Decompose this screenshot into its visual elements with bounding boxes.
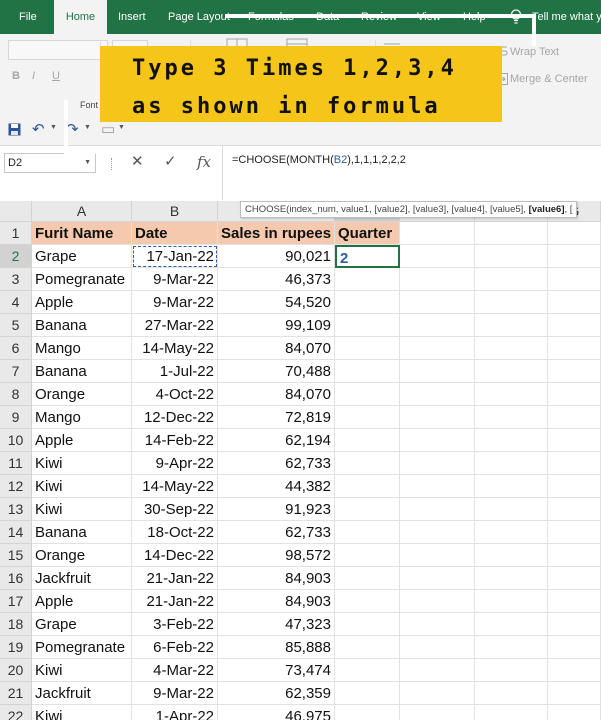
- chevron-down-icon[interactable]: ▼: [50, 124, 57, 131]
- worksheet-grid: ABCDEFG 1Furit NameDateSales in rupeesQu…: [0, 201, 601, 720]
- font-name-combo[interactable]: [8, 40, 108, 60]
- form-icon[interactable]: ▭: [101, 120, 115, 140]
- callout-line-2: as shown in formula: [132, 94, 441, 119]
- chevron-down-icon[interactable]: ▼: [84, 124, 91, 131]
- cancel-icon[interactable]: ✕: [131, 152, 144, 172]
- callout-connector: [226, 14, 534, 18]
- callout-connector: [532, 14, 536, 46]
- resize-handle[interactable]: [111, 158, 113, 170]
- tell-me-search[interactable]: Tell me what y: [532, 0, 601, 34]
- tab-page-layout[interactable]: Page Layout: [168, 0, 230, 34]
- function-tooltip: CHOOSE(index_num, value1, [value2], [val…: [240, 201, 578, 218]
- callout-line-1: Type 3 Times 1,2,3,4: [132, 56, 457, 81]
- tooltip-tail: , [: [564, 204, 573, 215]
- wrap-text-button[interactable]: Wrap Text: [510, 46, 559, 58]
- underline-button[interactable]: U: [52, 70, 60, 82]
- enter-icon[interactable]: ✓: [164, 152, 177, 172]
- callout-connector: [64, 150, 100, 154]
- insert-function-icon[interactable]: fx: [197, 152, 211, 172]
- tooltip-current-arg: [value6]: [528, 204, 565, 215]
- italic-button[interactable]: I: [32, 70, 35, 82]
- grid-lines: [0, 201, 601, 720]
- divider: [222, 146, 223, 200]
- bold-button[interactable]: B: [12, 70, 20, 82]
- tab-file[interactable]: File: [19, 0, 37, 34]
- tab-home[interactable]: Home: [54, 0, 107, 34]
- formula-suffix: ),1,1,1,2,2,2: [347, 154, 406, 166]
- merge-center-button[interactable]: Merge & Center: [510, 73, 588, 85]
- formula-input[interactable]: =CHOOSE(MONTH(B2),1,1,1,2,2,2: [232, 154, 406, 166]
- chevron-down-icon[interactable]: ▼: [84, 154, 91, 172]
- name-box[interactable]: D2 ▼: [4, 153, 96, 173]
- formula-ref: B2: [333, 154, 348, 166]
- tab-insert[interactable]: Insert: [118, 0, 146, 34]
- save-icon[interactable]: [8, 123, 21, 136]
- chevron-down-icon[interactable]: ▼: [118, 124, 125, 131]
- callout-connector: [64, 100, 68, 154]
- font-group-label: Font: [80, 100, 99, 110]
- instruction-callout: Type 3 Times 1,2,3,4 as shown in formula: [100, 46, 502, 122]
- undo-icon[interactable]: ↶: [32, 120, 45, 140]
- formula-bar: D2 ▼ ✕ ✓ fx =CHOOSE(MONTH(B2),1,1,1,2,2,…: [0, 146, 601, 200]
- formula-prefix: =CHOOSE(MONTH(: [232, 154, 334, 166]
- tooltip-text: CHOOSE(index_num, value1, [value2], [val…: [245, 204, 529, 215]
- name-box-value: D2: [8, 157, 23, 169]
